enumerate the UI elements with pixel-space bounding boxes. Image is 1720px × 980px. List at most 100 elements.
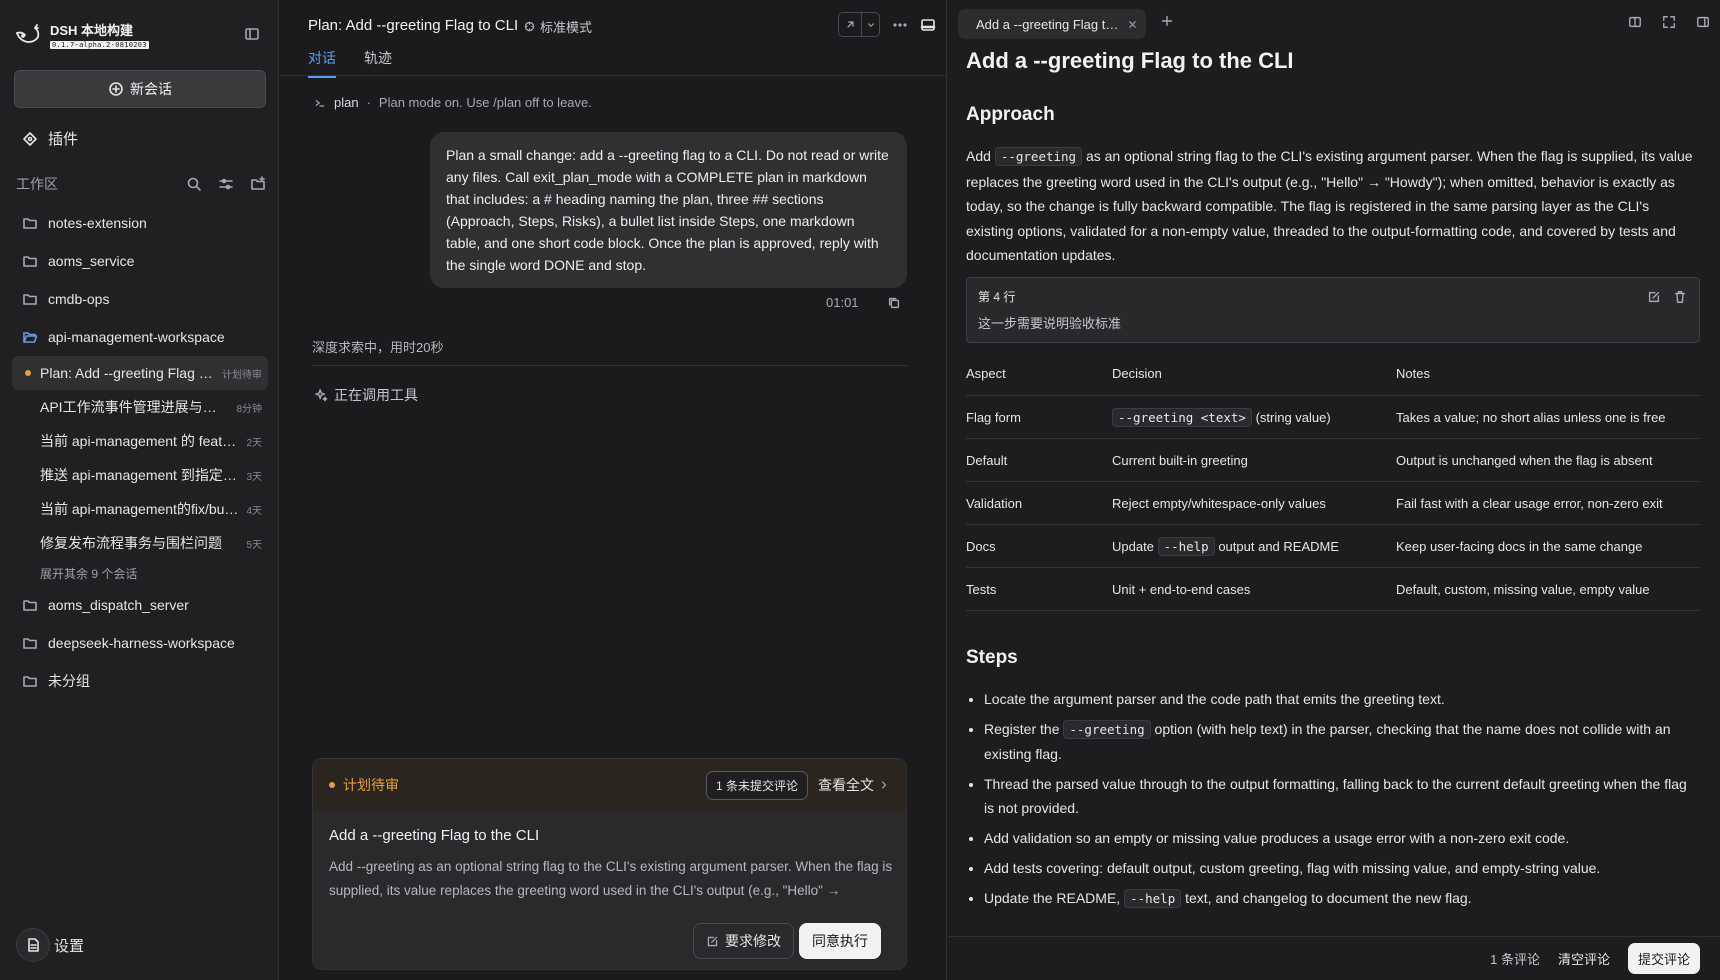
mode-icon	[523, 20, 536, 33]
message-time: 01:01	[826, 295, 859, 310]
table-cell: Unit + end-to-end cases	[1112, 567, 1396, 611]
page-title: Plan: Add --greeting Flag to CLI	[308, 17, 519, 34]
session-item-active[interactable]: Plan: Add --greeting Flag to CLI 计划待审	[12, 356, 268, 390]
document-icon[interactable]	[16, 928, 50, 962]
table-cell: Output is unchanged when the flag is abs…	[1396, 438, 1700, 482]
search-icon[interactable]	[186, 176, 202, 192]
plugin-icon	[22, 131, 38, 147]
table-row: Flag form --greeting <text> (string valu…	[966, 395, 1700, 439]
session-item[interactable]: API工作流事件管理进展与后续 8分钟	[12, 390, 268, 424]
view-full-label: 查看全文	[818, 777, 874, 793]
folder-item-expanded[interactable]: api-management-workspace	[12, 318, 268, 356]
tab-conversation[interactable]: 对话	[308, 48, 336, 78]
list-item[interactable]: Update the README, --help text, and chan…	[984, 886, 1700, 911]
folder-open-icon	[22, 329, 38, 345]
column-header: Aspect	[966, 352, 1112, 396]
session-title: API工作流事件管理进展与后续	[40, 399, 231, 415]
filter-sliders-icon[interactable]	[218, 176, 234, 192]
new-folder-icon[interactable]	[250, 176, 266, 192]
text-run: Thread the parsed value through to the o…	[984, 776, 1687, 816]
share-split-button[interactable]	[838, 12, 880, 37]
table-cell: Default, custom, missing value, empty va…	[1396, 567, 1700, 611]
plan-document: Add a --greeting Flag to the CLI Approac…	[966, 48, 1700, 917]
workspace-header: 工作区	[16, 174, 266, 194]
plan-card-title: Add a --greeting Flag to the CLI	[329, 827, 540, 844]
session-item[interactable]: 推送 api-management 到指定远程 3天	[12, 458, 268, 492]
view-full-link[interactable]: 查看全文	[818, 775, 890, 795]
arrow-up-right-icon[interactable]	[839, 13, 861, 36]
pending-dot	[329, 782, 335, 788]
panel-bottom-icon[interactable]	[920, 17, 936, 33]
folder-label: notes-extension	[48, 215, 147, 231]
folder-item[interactable]: deepseek-harness-workspace	[12, 624, 268, 662]
chevron-down-icon[interactable]	[861, 13, 879, 36]
folder-item[interactable]: aoms_service	[12, 242, 268, 280]
steps-list: Locate the argument parser and the code …	[966, 687, 1700, 911]
text-run: Add tests covering: default output, cust…	[984, 860, 1601, 876]
plugins-nav-item[interactable]: 插件	[22, 128, 78, 149]
copy-icon[interactable]	[887, 296, 901, 310]
table-row: Tests Unit + end-to-end cases Default, c…	[966, 567, 1700, 611]
folder-item[interactable]: cmdb-ops	[12, 280, 268, 318]
approve-button[interactable]: 同意执行	[799, 923, 881, 959]
trash-icon[interactable]	[1673, 290, 1687, 304]
session-title: 当前 api-management的fix/bug分支	[40, 501, 241, 517]
table-cell: Update --help output and README	[1112, 524, 1396, 568]
list-item[interactable]: Add validation so an empty or missing va…	[984, 826, 1700, 850]
folder-item[interactable]: aoms_dispatch_server	[12, 586, 268, 624]
list-item[interactable]: Add tests covering: default output, cust…	[984, 856, 1700, 880]
terminal-prompt-icon	[314, 97, 326, 109]
session-item[interactable]: 当前 api-management的fix/bug分支 4天	[12, 492, 268, 526]
list-item[interactable]: Thread the parsed value through to the o…	[984, 772, 1700, 820]
clear-comments-button[interactable]: 清空评论	[1558, 949, 1610, 968]
table-cell: Keep user-facing docs in the same change	[1396, 524, 1700, 568]
folder-label: 未分组	[48, 673, 90, 689]
workspace-label: 工作区	[16, 176, 58, 192]
session-meta: 4天	[246, 505, 262, 517]
table-cell: Takes a value; no short alias unless one…	[1396, 395, 1700, 439]
preview-tools	[1628, 15, 1710, 29]
list-item[interactable]: Register the --greeting option (with hel…	[984, 717, 1700, 766]
steps-heading: Steps	[966, 647, 1018, 668]
approach-heading: Approach	[966, 104, 1055, 125]
session-title: Plan: Add --greeting Flag to CLI	[40, 365, 216, 381]
new-chat-button[interactable]: 新会话	[14, 70, 266, 108]
inline-code: --greeting <text>	[1112, 407, 1252, 427]
text-run: text, and changelog to document the new …	[1185, 890, 1472, 906]
tab-trace[interactable]: 轨迹	[364, 48, 392, 78]
request-changes-button[interactable]: 要求修改	[693, 923, 794, 959]
session-meta: 2天	[246, 437, 262, 449]
submit-comments-button[interactable]: 提交评论	[1627, 943, 1700, 974]
plus-circle-icon	[108, 81, 124, 97]
table-cell: Default	[966, 438, 1112, 482]
session-meta: 3天	[246, 471, 262, 483]
pending-comments-badge[interactable]: 1 条未提交评论	[705, 770, 808, 800]
thinking-status[interactable]: 深度求索中，用时20秒	[312, 337, 443, 356]
sidebar-toggle-icon[interactable]	[244, 26, 260, 42]
plan-card-header: 计划待审 1 条未提交评论 查看全文	[313, 759, 906, 811]
more-options-icon[interactable]	[892, 17, 908, 33]
mode-label: 标准模式	[540, 20, 593, 35]
session-item[interactable]: 当前 api-management 的 feature 分支 2天	[12, 424, 268, 458]
divider	[280, 75, 947, 76]
preview-tab[interactable]: Add a --greeting Flag to the CLI	[958, 9, 1146, 39]
edit-icon[interactable]	[1647, 290, 1661, 304]
table-cell: Docs	[966, 524, 1112, 568]
folder-item[interactable]: 未分组	[12, 662, 268, 700]
plugins-label: 插件	[48, 131, 79, 148]
settings-nav-item[interactable]: 设置	[16, 928, 84, 962]
add-tab-icon[interactable]	[1160, 14, 1174, 28]
plan-tag: plan	[334, 95, 359, 110]
folder-item[interactable]: notes-extension	[12, 204, 268, 242]
table-cell: Current built-in greeting	[1112, 438, 1396, 482]
session-item[interactable]: 修复发布流程事务与围栏问题 5天	[12, 526, 268, 560]
close-icon[interactable]	[1127, 19, 1138, 30]
app-window: DSH 本地构建 0.1.7-alpha.2-0810203 新会话 插件 工作…	[0, 0, 1720, 980]
split-view-icon[interactable]	[1628, 15, 1642, 29]
mode-selector[interactable]: 标准模式	[523, 17, 592, 36]
fullscreen-icon[interactable]	[1662, 15, 1676, 29]
approach-paragraph[interactable]: Add --greeting as an optional string fla…	[966, 144, 1700, 268]
panel-right-icon[interactable]	[1696, 15, 1710, 29]
list-item[interactable]: Locate the argument parser and the code …	[984, 687, 1700, 711]
expand-more-sessions[interactable]: 展开其余 9 个会话	[12, 560, 268, 586]
